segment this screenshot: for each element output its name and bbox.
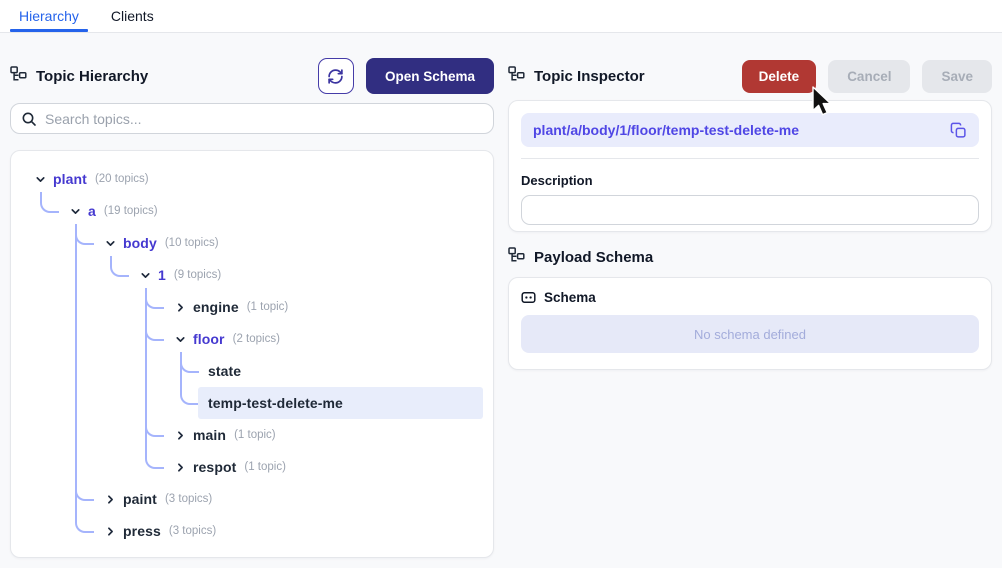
tab-hierarchy[interactable]: Hierarchy — [10, 0, 88, 32]
topic-name: press — [123, 523, 161, 539]
tree-node-temp-test-delete-me: temp-test-delete-me — [180, 384, 483, 419]
topic-name: paint — [123, 491, 157, 507]
payload-tree-icon — [508, 246, 525, 268]
description-label: Description — [521, 173, 593, 188]
chevron-right-icon[interactable] — [173, 300, 187, 314]
topic-name: engine — [193, 299, 239, 315]
tree-row-main[interactable]: main (1 topic) — [163, 419, 483, 451]
tree-branch: body (10 topics) 1 (9 topics) engine (1 topic… — [68, 224, 483, 547]
tree-node-paint: paint (3 topics) — [75, 480, 483, 515]
open-schema-button[interactable]: Open Schema — [365, 58, 494, 94]
tree-branch: a (19 topics) body (10 topics) 1 (9 topics) en… — [33, 192, 483, 547]
tree-branch: state temp-test-delete-me — [173, 352, 483, 419]
topic-count: (1 topic) — [246, 301, 289, 313]
payload-schema-title: Payload Schema — [534, 248, 654, 266]
topic-name: main — [193, 427, 227, 443]
tree-row-1[interactable]: 1 (9 topics) — [128, 259, 483, 291]
topic-name: 1 — [158, 267, 166, 283]
topic-path-chip: plant/a/body/1/floor/temp-test-delete-me — [521, 113, 979, 147]
delete-button[interactable]: Delete — [741, 59, 817, 93]
tree-row-state[interactable]: state — [198, 355, 483, 387]
topic-name: a — [88, 203, 96, 219]
chevron-down-icon[interactable] — [33, 172, 47, 186]
chevron-down-icon[interactable] — [68, 204, 82, 218]
topic-count: (10 topics) — [164, 237, 219, 249]
topic-tree: plant (20 topics) a (19 topics) body (10 topi… — [21, 163, 483, 547]
topic-hierarchy-header: Topic Hierarchy Open Schema — [10, 58, 494, 94]
tree-node-press: press (3 topics) — [75, 512, 483, 547]
chevron-right-icon[interactable] — [103, 492, 117, 506]
tree-row-body[interactable]: body (10 topics) — [93, 227, 483, 259]
topic-inspector-header: Topic Inspector Delete Cancel Save — [508, 58, 992, 94]
tree-node-respot: respot (1 topic) — [145, 448, 483, 483]
description-input[interactable] — [521, 195, 979, 225]
tree-row-respot[interactable]: respot (1 topic) — [163, 451, 483, 483]
topic-name: temp-test-delete-me — [208, 395, 343, 411]
chevron-down-icon[interactable] — [103, 236, 117, 250]
chevron-right-icon[interactable] — [173, 428, 187, 442]
tree-node-floor: floor (2 topics) state temp-test-delete-me — [145, 320, 483, 419]
tree-row-paint[interactable]: paint (3 topics) — [93, 483, 483, 515]
inspector-divider — [521, 158, 979, 159]
tree-row-plant[interactable]: plant (20 topics) — [23, 163, 483, 195]
search-input[interactable] — [45, 110, 483, 127]
topic-count: (1 topic) — [234, 429, 276, 441]
schema-icon — [521, 290, 536, 305]
chevron-down-icon[interactable] — [173, 332, 187, 346]
top-tab-bar: Hierarchy Clients — [0, 0, 1002, 33]
search-box — [10, 103, 494, 134]
payload-schema-header: Payload Schema — [508, 246, 992, 268]
chevron-down-icon[interactable] — [138, 268, 152, 282]
topic-count: (20 topics) — [94, 173, 149, 185]
cancel-button[interactable]: Cancel — [828, 59, 911, 93]
tree-node-main: main (1 topic) — [145, 416, 483, 451]
topic-tree-card: plant (20 topics) a (19 topics) body (10 topi… — [10, 150, 494, 558]
tree-branch: 1 (9 topics) engine (1 topic) floor (2 topics… — [103, 256, 483, 483]
tree-row-engine[interactable]: engine (1 topic) — [163, 291, 483, 323]
topic-count: (9 topics) — [173, 269, 222, 281]
inspector-tree-icon — [508, 65, 525, 87]
topic-count: (3 topics) — [164, 493, 213, 505]
schema-empty-text: No schema defined — [693, 326, 806, 342]
topic-count: (19 topics) — [103, 205, 158, 217]
tree-row-floor[interactable]: floor (2 topics) — [163, 323, 483, 355]
tree-branch: engine (1 topic) floor (2 topics) state temp-… — [138, 288, 483, 483]
refresh-button[interactable] — [317, 58, 354, 94]
tree-node-1: 1 (9 topics) engine (1 topic) floor (2 topics… — [110, 256, 483, 483]
search-icon — [21, 111, 37, 127]
hierarchy-tree-icon — [10, 65, 27, 87]
right-panel-title: Topic Inspector — [534, 67, 645, 85]
tree-node-state: state — [180, 352, 483, 387]
schema-card: Schema No schema defined — [508, 277, 992, 370]
tree-row-a[interactable]: a (19 topics) — [58, 195, 483, 227]
save-button[interactable]: Save — [922, 59, 992, 93]
left-panel-title: Topic Hierarchy — [36, 67, 149, 85]
topic-name: floor — [193, 331, 225, 347]
topic-count: (2 topics) — [232, 333, 280, 345]
tree-row-temp-test-delete-me[interactable]: temp-test-delete-me — [198, 387, 483, 419]
tree-node-engine: engine (1 topic) — [145, 288, 483, 323]
topic-name: state — [208, 363, 242, 379]
topic-name: plant — [53, 171, 87, 187]
topic-name: respot — [193, 459, 237, 475]
chevron-right-icon[interactable] — [103, 524, 117, 538]
schema-label: Schema — [544, 290, 596, 305]
copy-button[interactable] — [950, 122, 967, 139]
topic-name: body — [123, 235, 157, 251]
chevron-right-icon[interactable] — [173, 460, 187, 474]
topic-count: (3 topics) — [168, 525, 217, 537]
tree-node-a: a (19 topics) body (10 topics) 1 (9 topics) en… — [40, 192, 483, 547]
topic-path: plant/a/body/1/floor/temp-test-delete-me — [533, 122, 800, 138]
tree-node-plant: plant (20 topics) a (19 topics) body (10 topi… — [33, 163, 483, 547]
copy-icon — [950, 122, 967, 139]
tab-clients[interactable]: Clients — [102, 0, 163, 32]
schema-empty-state: No schema defined — [521, 315, 979, 353]
topic-count: (1 topic) — [244, 461, 286, 473]
tree-row-press[interactable]: press (3 topics) — [93, 515, 483, 547]
topic-inspector-card: plant/a/body/1/floor/temp-test-delete-me… — [508, 100, 992, 232]
refresh-icon — [327, 68, 344, 85]
tree-node-body: body (10 topics) 1 (9 topics) engine (1 topic… — [75, 224, 483, 483]
